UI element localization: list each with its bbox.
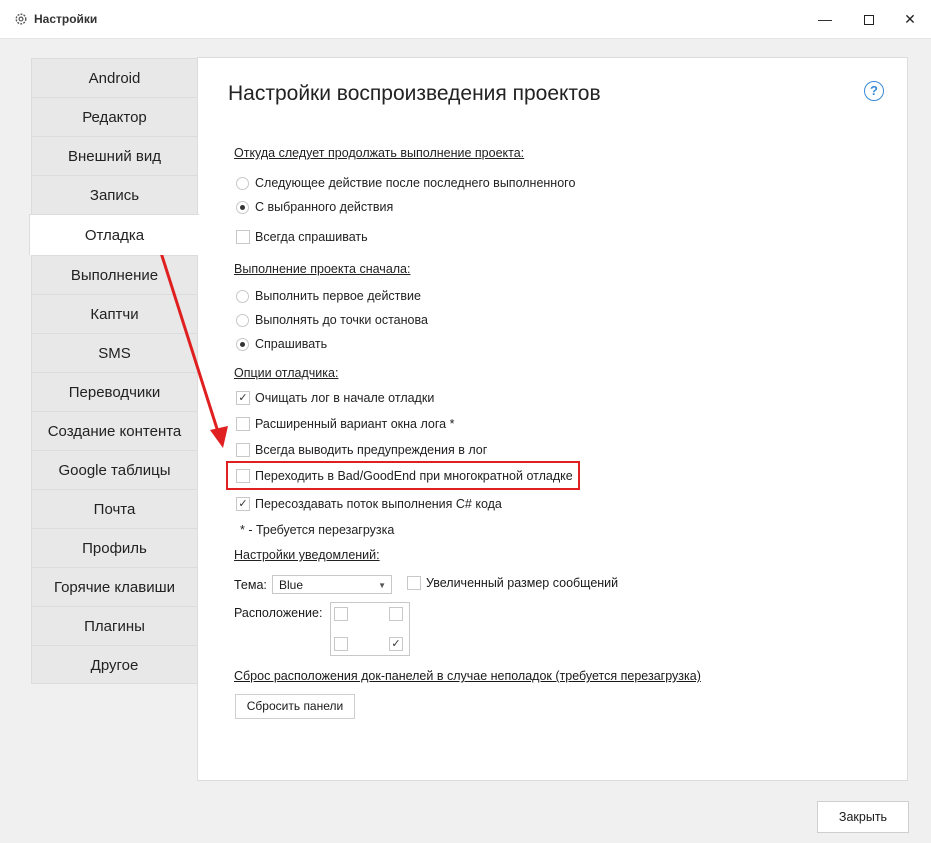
- sidebar-item-editor[interactable]: Редактор: [31, 97, 198, 136]
- highlight-box: [226, 461, 580, 490]
- sidebar-item-content-creation[interactable]: Создание контента: [31, 411, 198, 450]
- radio-label: Спрашивать: [255, 337, 328, 351]
- close-window-button[interactable]: ✕: [898, 8, 922, 30]
- position-label: Расположение:: [234, 606, 323, 620]
- checkbox[interactable]: ✓: [236, 497, 250, 511]
- chevron-down-icon: ▼: [378, 581, 386, 590]
- position-top-left[interactable]: [334, 607, 348, 621]
- section-notifications-label: Настройки уведомлений:: [234, 548, 380, 562]
- radio-start-ask[interactable]: Спрашивать: [236, 335, 327, 353]
- checkbox[interactable]: [236, 230, 250, 244]
- maximize-button[interactable]: [857, 8, 881, 30]
- radio-start-first[interactable]: Выполнить первое действие: [236, 287, 421, 305]
- checkbox-label: Пересоздавать поток выполнения C# кода: [255, 497, 502, 511]
- sidebar-item-google-sheets[interactable]: Google таблицы: [31, 450, 198, 489]
- sidebar-item-translators[interactable]: Переводчики: [31, 372, 198, 411]
- settings-panel: Настройки воспроизведения проектов ? Отк…: [197, 57, 908, 781]
- sidebar-item-mail[interactable]: Почта: [31, 489, 198, 528]
- help-icon[interactable]: ?: [864, 81, 884, 101]
- close-button[interactable]: Закрыть: [817, 801, 909, 833]
- checkbox[interactable]: [236, 417, 250, 431]
- checkbox-label: Увеличенный размер сообщений: [426, 576, 619, 590]
- checkbox-extended-log[interactable]: Расширенный вариант окна лога *: [236, 415, 454, 433]
- radio-label: С выбранного действия: [255, 200, 394, 214]
- sidebar-item-execution[interactable]: Выполнение: [31, 255, 198, 294]
- sidebar-item-plugins[interactable]: Плагины: [31, 606, 198, 645]
- minimize-button[interactable]: —: [813, 8, 837, 30]
- page-title: Настройки воспроизведения проектов: [228, 82, 601, 105]
- position-bottom-right[interactable]: ✓: [389, 637, 403, 651]
- radio-label: Выполнить первое действие: [255, 289, 421, 303]
- checkbox[interactable]: [236, 443, 250, 457]
- restart-note: * - Требуется перезагрузка: [240, 523, 395, 537]
- radio-button[interactable]: [236, 289, 249, 303]
- radio-label: Выполнять до точки останова: [255, 313, 428, 327]
- radio-button[interactable]: [236, 200, 249, 214]
- title-bar: Настройки — ✕: [0, 0, 931, 39]
- position-bottom-left[interactable]: [334, 637, 348, 651]
- sidebar-item-appearance[interactable]: Внешний вид: [31, 136, 198, 175]
- checkbox[interactable]: ✓: [236, 391, 250, 405]
- sidebar-item-sms[interactable]: SMS: [31, 333, 198, 372]
- radio-button[interactable]: [236, 313, 249, 327]
- checkbox[interactable]: [407, 576, 421, 590]
- window-title: Настройки: [34, 12, 98, 26]
- radio-button[interactable]: [236, 337, 249, 351]
- radio-label: Следующее действие после последнего выпо…: [255, 176, 576, 190]
- checkbox-big-messages[interactable]: Увеличенный размер сообщений: [407, 576, 618, 590]
- checkbox-recreate-csharp[interactable]: ✓ Пересоздавать поток выполнения C# кода: [236, 495, 502, 513]
- position-selector: ✓: [330, 602, 410, 656]
- theme-value: Blue: [279, 578, 304, 592]
- sidebar-item-other[interactable]: Другое: [31, 645, 198, 684]
- gear-icon: [15, 13, 27, 25]
- checkbox-label: Всегда выводить предупреждения в лог: [255, 443, 488, 457]
- radio-button[interactable]: [236, 176, 249, 190]
- radio-start-breakpoint[interactable]: Выполнять до точки останова: [236, 311, 428, 329]
- sidebar-item-profile[interactable]: Профиль: [31, 528, 198, 567]
- section-debugger-label: Опции отладчика:: [234, 366, 339, 380]
- maximize-icon: [864, 15, 874, 26]
- checkbox-label: Всегда спрашивать: [255, 230, 368, 244]
- sidebar-item-debugging[interactable]: Отладка: [29, 214, 199, 255]
- checkbox-always-ask[interactable]: Всегда спрашивать: [236, 228, 368, 246]
- radio-continue-next[interactable]: Следующее действие после последнего выпо…: [236, 174, 575, 192]
- sidebar-item-recording[interactable]: Запись: [31, 175, 198, 214]
- checkbox-clear-log[interactable]: ✓ Очищать лог в начале отладки: [236, 389, 434, 407]
- sidebar-item-android[interactable]: Android: [31, 58, 198, 97]
- reset-panels-button[interactable]: Сбросить панели: [235, 694, 355, 719]
- position-top-right[interactable]: [389, 607, 403, 621]
- checkbox-label: Расширенный вариант окна лога *: [255, 417, 455, 431]
- reset-panels-link: Сброс расположения док-панелей в случае …: [234, 669, 701, 683]
- checkbox-warnings-log[interactable]: Всегда выводить предупреждения в лог: [236, 441, 487, 459]
- radio-continue-selected[interactable]: С выбранного действия: [236, 198, 393, 216]
- checkbox-label: Очищать лог в начале отладки: [255, 391, 435, 405]
- theme-label: Тема:: [234, 578, 267, 592]
- section-start-label: Выполнение проекта сначала:: [234, 262, 411, 276]
- section-continue-label: Откуда следует продолжать выполнение про…: [234, 146, 525, 160]
- settings-sidebar: Android Редактор Внешний вид Запись Отла…: [29, 58, 199, 684]
- sidebar-item-captcha[interactable]: Каптчи: [31, 294, 198, 333]
- theme-select[interactable]: Blue ▼: [272, 575, 392, 594]
- sidebar-item-hotkeys[interactable]: Горячие клавиши: [31, 567, 198, 606]
